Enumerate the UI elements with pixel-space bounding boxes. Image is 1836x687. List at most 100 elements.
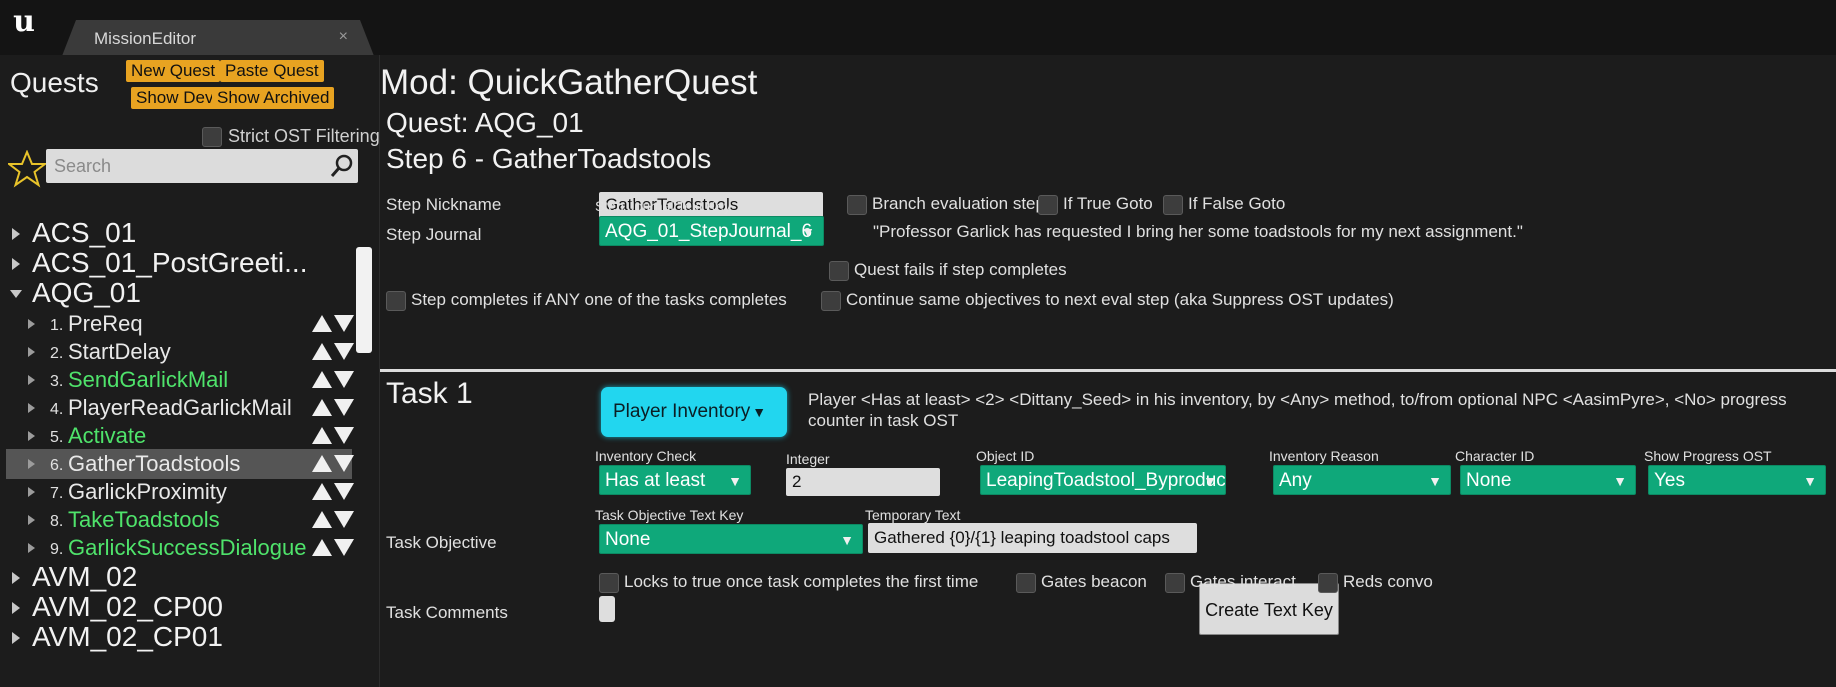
- show-dev-button[interactable]: Show Dev: [131, 87, 219, 109]
- objective-key-dropdown[interactable]: None ▼: [599, 524, 863, 554]
- collapse-caret-icon[interactable]: [10, 290, 22, 298]
- gates-beacon-checkbox[interactable]: [1016, 572, 1036, 593]
- if-true-checkbox[interactable]: [1038, 194, 1058, 215]
- gates-interact-checkbox[interactable]: [1165, 572, 1185, 593]
- if-true-option[interactable]: If True Goto: [1038, 194, 1153, 215]
- step-number: 3.: [50, 373, 64, 390]
- branch-eval-checkbox[interactable]: [847, 194, 867, 215]
- close-icon[interactable]: ×: [339, 28, 348, 46]
- expand-caret-icon[interactable]: [12, 632, 20, 644]
- tree-step-4[interactable]: 4. PlayerReadGarlickMail: [6, 393, 354, 423]
- if-false-checkbox[interactable]: [1163, 194, 1183, 215]
- move-up-icon[interactable]: [312, 343, 332, 360]
- strict-ost-checkbox[interactable]: [202, 127, 222, 148]
- expand-caret-icon[interactable]: [28, 459, 35, 469]
- move-down-icon[interactable]: [334, 371, 354, 388]
- show-progress-value: Yes: [1654, 470, 1685, 491]
- expand-caret-icon[interactable]: [28, 403, 35, 413]
- character-id-dropdown[interactable]: None ▼: [1460, 465, 1636, 495]
- if-false-option[interactable]: If False Goto: [1163, 194, 1285, 215]
- inventory-reason-dropdown[interactable]: Any ▼: [1273, 465, 1451, 495]
- reds-convo-checkbox[interactable]: [1318, 572, 1338, 593]
- object-id-dropdown[interactable]: LeapingToadstool_Byproduct ▼: [980, 465, 1226, 495]
- expand-caret-icon[interactable]: [28, 431, 35, 441]
- expand-caret-icon[interactable]: [12, 228, 20, 240]
- move-down-icon[interactable]: [334, 539, 354, 556]
- tree-scrollbar[interactable]: [356, 247, 372, 353]
- step-number: 1.: [50, 317, 64, 334]
- section-divider: [380, 369, 1836, 372]
- paste-quest-button[interactable]: Paste Quest: [220, 60, 324, 82]
- continue-same-option[interactable]: Continue same objectives to next eval st…: [821, 290, 1394, 311]
- task-comments-input[interactable]: [599, 596, 615, 622]
- any-task-option[interactable]: Step completes if ANY one of the tasks c…: [386, 290, 787, 311]
- search-input[interactable]: Search: [46, 149, 358, 183]
- move-down-icon[interactable]: [334, 399, 354, 416]
- reds-convo-option[interactable]: Reds convo: [1318, 572, 1433, 593]
- tree-step-1[interactable]: 1. PreReq: [6, 309, 354, 339]
- move-up-icon[interactable]: [312, 455, 332, 472]
- gates-interact-option[interactable]: Gates interact: [1165, 572, 1296, 593]
- move-up-icon[interactable]: [312, 399, 332, 416]
- move-down-icon[interactable]: [334, 315, 354, 332]
- move-down-icon[interactable]: [334, 455, 354, 472]
- show-progress-dropdown[interactable]: Yes ▼: [1648, 465, 1826, 495]
- new-quest-button[interactable]: New Quest: [126, 60, 221, 82]
- tab-mission-editor[interactable]: MissionEditor ×: [62, 20, 374, 56]
- any-task-checkbox[interactable]: [386, 290, 406, 311]
- step-label: PlayerReadGarlickMail: [68, 395, 292, 420]
- move-up-icon[interactable]: [312, 427, 332, 444]
- favorites-star-icon[interactable]: [8, 150, 46, 188]
- move-down-icon[interactable]: [334, 511, 354, 528]
- expand-caret-icon[interactable]: [28, 375, 35, 385]
- tree-step-9[interactable]: 9. GarlickSuccessDialogue: [6, 533, 354, 563]
- tree-quest-acs-01-postgreeting[interactable]: ACS_01_PostGreeti...: [6, 247, 352, 279]
- tree-step-6-selected[interactable]: 6. GatherToadstools: [6, 449, 354, 479]
- tree-step-8[interactable]: 8. TakeToadstools: [6, 505, 354, 535]
- move-down-icon[interactable]: [334, 343, 354, 360]
- expand-caret-icon[interactable]: [12, 572, 20, 584]
- move-down-icon[interactable]: [334, 427, 354, 444]
- move-up-icon[interactable]: [312, 511, 332, 528]
- expand-caret-icon[interactable]: [28, 347, 35, 357]
- branch-eval-option[interactable]: Branch evaluation step: [847, 194, 1045, 215]
- locks-true-option[interactable]: Locks to true once task completes the fi…: [599, 572, 978, 593]
- expand-caret-icon[interactable]: [28, 515, 35, 525]
- tree-quest-avm-02-cp00[interactable]: AVM_02_CP00: [6, 591, 352, 623]
- move-up-icon[interactable]: [312, 483, 332, 500]
- inventory-check-label: Inventory Check: [595, 448, 697, 464]
- move-down-icon[interactable]: [334, 483, 354, 500]
- move-up-icon[interactable]: [312, 539, 332, 556]
- move-up-icon[interactable]: [312, 315, 332, 332]
- inventory-reason-value: Any: [1279, 470, 1312, 491]
- expand-caret-icon[interactable]: [28, 319, 35, 329]
- tree-step-3[interactable]: 3. SendGarlickMail: [6, 365, 354, 395]
- tree-quest-acs-01[interactable]: ACS_01: [6, 217, 352, 249]
- tree-step-2[interactable]: 2. StartDelay: [6, 337, 354, 367]
- search-icon[interactable]: [330, 154, 354, 178]
- gates-beacon-option[interactable]: Gates beacon: [1016, 572, 1147, 593]
- expand-caret-icon[interactable]: [28, 487, 35, 497]
- show-archived-button[interactable]: Show Archived: [212, 87, 335, 109]
- integer-input[interactable]: 2: [786, 468, 940, 496]
- journal-key-dropdown[interactable]: AQG_01_StepJournal_6 ▼: [599, 216, 824, 246]
- continue-same-checkbox[interactable]: [821, 290, 841, 311]
- expand-caret-icon[interactable]: [12, 602, 20, 614]
- temp-text-input[interactable]: Gathered {0}/{1} leaping toadstool caps: [868, 523, 1197, 553]
- task-type-dropdown[interactable]: Player Inventory ▼: [601, 387, 787, 437]
- quest-fails-checkbox[interactable]: [829, 260, 849, 281]
- expand-caret-icon[interactable]: [28, 543, 35, 553]
- step-label: GarlickProximity: [68, 479, 227, 504]
- inventory-check-dropdown[interactable]: Has at least ▼: [599, 465, 751, 495]
- expand-caret-icon[interactable]: [12, 258, 20, 270]
- journal-key-value: AQG_01_StepJournal_6: [605, 221, 813, 242]
- tree-step-5[interactable]: 5. Activate: [6, 421, 354, 451]
- tree-quest-avm-02[interactable]: AVM_02: [6, 561, 352, 593]
- tree-quest-aqg-01[interactable]: AQG_01: [6, 277, 352, 309]
- quest-fails-option[interactable]: Quest fails if step completes: [829, 260, 1067, 281]
- tree-quest-avm-02-cp01[interactable]: AVM_02_CP01: [6, 621, 352, 653]
- strict-ost-filter[interactable]: Strict OST Filtering: [202, 126, 380, 148]
- tree-step-7[interactable]: 7. GarlickProximity: [6, 477, 354, 507]
- move-up-icon[interactable]: [312, 371, 332, 388]
- locks-true-checkbox[interactable]: [599, 572, 619, 593]
